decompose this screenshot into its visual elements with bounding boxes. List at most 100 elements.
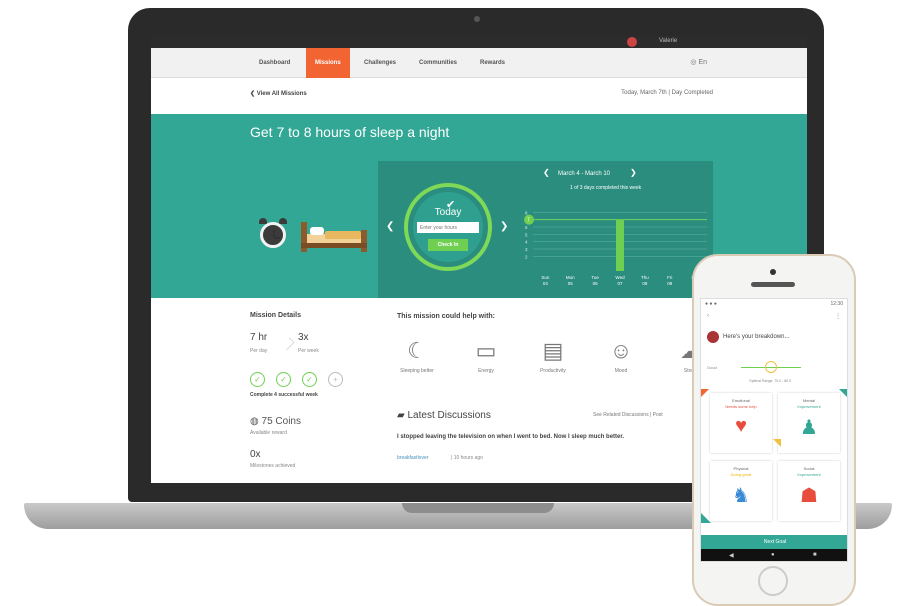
card-status: Improvement [797, 472, 821, 477]
category-label: Sleeping better [400, 368, 434, 374]
chat-icon: ▰ [397, 410, 405, 421]
bed-icon [301, 222, 367, 252]
week-check-4: + [328, 372, 343, 387]
x-tick-label: Tue [591, 275, 599, 280]
tab-missions[interactable]: Missions [306, 48, 350, 78]
phone-camera [770, 269, 776, 275]
score-marker [765, 361, 777, 373]
card-title: Social [803, 466, 815, 471]
phone-screen: ● ● ● 12:30 ‹ ⋮ Here's your breakdown... … [700, 298, 848, 562]
card-title: Physical [733, 466, 749, 471]
sleep-chart: 87654327Sun04Mon05Tue06Wed07Thu08Fri09Sa… [524, 210, 707, 286]
runner-icon: ♞ [732, 485, 750, 507]
card-title: Mental [802, 398, 815, 403]
achieved-value: 0x [250, 449, 261, 460]
category-label: Mood [614, 368, 628, 374]
x-tick-label: Thu [641, 275, 649, 280]
chevron-right-icon [281, 337, 295, 351]
x-tick-label: Fri [667, 275, 672, 280]
category-label: Productivity [540, 368, 566, 374]
post-time: | 10 hours ago [451, 455, 483, 461]
y-tick-label: 5 [525, 232, 528, 237]
next-week-arrow[interactable]: ❯ [630, 168, 637, 177]
sleep-icon: ☾ [407, 338, 427, 363]
category-mood[interactable]: ☺ Mood [596, 336, 646, 374]
post-author[interactable]: breakfastlover [397, 455, 428, 461]
hours-input[interactable] [417, 222, 479, 233]
home-icon[interactable]: ● [771, 552, 775, 558]
language-label: En [698, 59, 707, 66]
week-range: March 4 - March 10 [558, 171, 611, 177]
tab-challenges[interactable]: Challenges [355, 48, 405, 78]
back-icon[interactable]: ◀ [729, 552, 734, 559]
more-icon[interactable]: ⋮ [835, 313, 841, 320]
bar [616, 219, 624, 271]
category-energy[interactable]: ▭ Energy [461, 336, 511, 374]
y-tick-label: 3 [525, 247, 528, 252]
confetti [701, 513, 711, 523]
breadcrumb: ❮ View All Missions Today, March 7th | D… [151, 78, 807, 110]
coins-label-text: 75 Coins [261, 416, 301, 427]
x-tick-label: Mon [566, 275, 575, 280]
card-social[interactable]: Social Improvement ☗ [778, 461, 840, 521]
category-sleeping[interactable]: ☾ Sleeping better [392, 336, 442, 374]
smiley-icon: ☺ [609, 338, 633, 363]
x-tick-label: 09 [667, 281, 673, 286]
per-day-value: 7 hr [250, 332, 268, 343]
card-emotional[interactable]: Emotional Needs some help ♥ [710, 393, 772, 453]
back-link[interactable]: ❮ View All Missions [250, 90, 307, 97]
target-value: 7 [527, 218, 530, 224]
promo-scene: Valerie Dashboard Missions Challenges Co… [0, 0, 897, 606]
mission-details-title: Mission Details [250, 312, 301, 319]
back-arrow-icon[interactable]: ‹ [707, 313, 709, 319]
next-day-arrow[interactable]: ❯ [500, 221, 508, 232]
people-icon: ☗ [800, 485, 818, 507]
week-progress: 1 of 3 days completed this week [570, 185, 642, 191]
breakdown-heading: Here's your breakdown... [723, 334, 790, 340]
coins-caption: Available reward [250, 430, 287, 436]
back-link-label: View All Missions [256, 91, 307, 97]
alarm-clock-icon [260, 222, 286, 248]
check-in-button[interactable]: Check In [428, 239, 468, 251]
card-mental[interactable]: Mental Improvement ♟ [778, 393, 840, 453]
relax-person-icon: ♟ [800, 417, 818, 439]
y-tick-label: 2 [525, 254, 528, 259]
x-tick-label: Sun [541, 275, 550, 280]
confetti [701, 389, 709, 397]
x-tick-label: Wed [615, 275, 625, 280]
category-productivity[interactable]: ▤ Productivity [528, 336, 578, 374]
help-title: This mission could help with: [397, 313, 496, 320]
phone-avatar [707, 331, 719, 343]
today-ring-inner: ✔ Today Check In [413, 192, 483, 262]
next-goal-button[interactable]: Next Goal [701, 535, 847, 549]
phone-time: 12:30 [830, 301, 843, 307]
x-tick-label: 04 [543, 281, 549, 286]
card-status: Needs some help [725, 404, 757, 409]
week-check-2: ✓ [276, 372, 291, 387]
optimal-range: Optimal Range: 70.0 - 80.0 [749, 379, 792, 383]
see-related-link[interactable]: See Related Discussions | Post [593, 412, 663, 418]
recents-icon[interactable]: ■ [813, 552, 817, 558]
discussion-post-title[interactable]: I stopped leaving the television on when… [397, 433, 667, 441]
heart-icon: ♥ [735, 415, 747, 437]
per-week-value: 3x [298, 332, 309, 343]
score-label: Good [707, 365, 717, 370]
coins-value: ◍ 75 Coins [250, 416, 301, 427]
x-tick-label: 08 [642, 281, 648, 286]
main-nav: Dashboard Missions Challenges Communitie… [151, 48, 807, 78]
card-physical[interactable]: Physical Doing great ♞ [710, 461, 772, 521]
card-title: Emotional [732, 398, 750, 403]
prev-day-arrow[interactable]: ❮ [386, 221, 394, 232]
prev-week-arrow[interactable]: ❮ [543, 168, 550, 177]
tab-dashboard[interactable]: Dashboard [250, 48, 299, 78]
avatar[interactable] [627, 37, 637, 47]
user-name[interactable]: Valerie [659, 38, 677, 44]
tab-rewards[interactable]: Rewards [471, 48, 514, 78]
home-button[interactable] [758, 566, 788, 596]
tab-communities[interactable]: Communities [410, 48, 466, 78]
confetti [773, 439, 781, 447]
week-check-3: ✓ [302, 372, 317, 387]
language-selector[interactable]: ◎ En [690, 48, 707, 78]
y-tick-label: 8 [525, 210, 528, 215]
y-tick-label: 4 [525, 240, 528, 245]
